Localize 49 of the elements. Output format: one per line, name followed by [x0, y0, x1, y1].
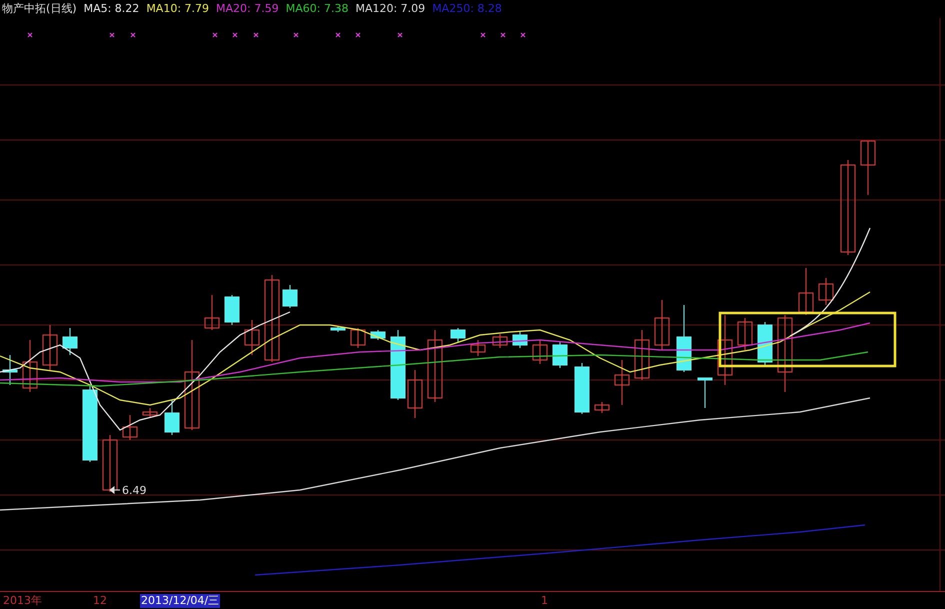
- candlestick: [350, 328, 366, 348]
- candlestick: [470, 340, 486, 356]
- candlestick: [142, 408, 158, 418]
- candlestick: [408, 370, 422, 418]
- candlestick: [390, 330, 406, 400]
- candlestick: [654, 300, 670, 350]
- axis-date-label: 2013年: [2, 594, 43, 608]
- indicator-value: MA120: 7.09: [355, 2, 426, 15]
- candlestick: [634, 330, 650, 380]
- candlestick: [2, 354, 18, 386]
- candlestick: [738, 318, 752, 350]
- candlestick: [450, 328, 466, 342]
- chart-title: 物产中拓(日线): [2, 1, 77, 16]
- candlestick: [102, 434, 118, 492]
- candlestick: [758, 322, 772, 366]
- axis-date-label: 2013/12/04/三: [140, 594, 220, 608]
- candlestick: [204, 294, 220, 330]
- candlestick: [552, 342, 568, 368]
- candlestick: [698, 378, 712, 408]
- candlestick: [122, 414, 138, 440]
- candlestick: [860, 140, 876, 196]
- candlestick: [532, 340, 548, 364]
- arrow-icon: [109, 486, 120, 494]
- candlestick: [224, 294, 240, 326]
- candlestick: [330, 326, 346, 332]
- candlestick: [798, 268, 814, 316]
- candlestick: [42, 324, 58, 370]
- candlestick: [282, 284, 298, 308]
- candlestick: [62, 328, 78, 356]
- candlestick: [22, 340, 38, 392]
- candlestick: [492, 334, 508, 348]
- candlestick: [512, 332, 528, 348]
- candlestick: [574, 362, 590, 414]
- candlestick: [164, 400, 180, 436]
- indicator-value: MA250: 8.28: [432, 2, 502, 15]
- candlestick: [676, 304, 692, 372]
- indicator-value: MA5: 8.22: [84, 2, 140, 15]
- candlestick: [594, 402, 610, 414]
- candlestick: [244, 320, 260, 356]
- low-price-label: 6.49: [122, 484, 146, 497]
- indicator-value: MA20: 7.59: [216, 2, 279, 15]
- candlestick: [818, 278, 834, 306]
- indicator-value: MA10: 7.79: [146, 2, 210, 15]
- axis-date-label: 1: [540, 594, 549, 608]
- axis-date-label: 12: [92, 594, 108, 608]
- candlestick: [614, 360, 630, 406]
- indicator-value: MA60: 7.38: [286, 2, 348, 15]
- candlestick: [718, 314, 732, 386]
- candlestick: [370, 330, 386, 340]
